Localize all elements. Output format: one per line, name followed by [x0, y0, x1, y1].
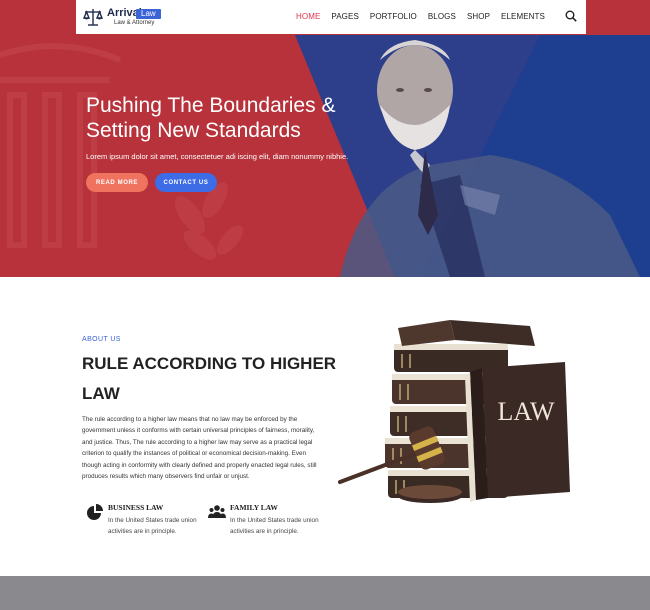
nav-item-portfolio[interactable]: PORTFOLIO	[370, 12, 417, 21]
logo[interactable]: Arrival Law Law & Attorney	[82, 6, 162, 30]
logo-badge: Law	[136, 9, 161, 19]
contact-us-button[interactable]: CONTACT US	[155, 173, 217, 192]
navbar: Arrival Law Law & Attorney HOME PAGES PO…	[76, 0, 586, 34]
about-label: ABOUT US	[82, 336, 121, 343]
feature-text: In the United States trade union activit…	[230, 517, 319, 535]
feature-title: BUSINESS LAW	[108, 503, 164, 512]
lawyer-portrait-image	[340, 40, 640, 277]
main-menu: HOME PAGES PORTFOLIO BLOGS SHOP ELEMENTS	[296, 12, 556, 21]
law-books-gavel-image: LAW	[338, 320, 570, 503]
hero-title-line-1: Pushing The Boundaries &	[86, 94, 336, 117]
feature-title: FAMILY LAW	[230, 503, 278, 512]
law-book: LAW	[465, 362, 570, 502]
pie-chart-icon	[87, 504, 103, 520]
about-paragraph: The rule according to a higher law means…	[82, 416, 317, 481]
hero-section: Pushing The Boundaries & Setting New Sta…	[0, 0, 650, 277]
nav-item-home[interactable]: HOME	[296, 12, 320, 21]
footer-strip	[0, 576, 650, 610]
hero-subtitle: Lorem ipsum dolor sit amet, consectetuer…	[86, 152, 349, 161]
family-icon	[208, 505, 226, 518]
feature-text: In the United States trade union activit…	[108, 517, 197, 535]
law-book-title: LAW	[497, 397, 555, 426]
nav-item-shop[interactable]: SHOP	[467, 12, 490, 21]
hero-title-line-2: Setting New Standards	[86, 119, 301, 142]
nav-item-pages[interactable]: PAGES	[331, 12, 358, 21]
logo-subtitle: Law & Attorney	[114, 20, 155, 26]
read-more-button[interactable]: READ MORE	[86, 173, 148, 192]
nav-item-blogs[interactable]: BLOGS	[428, 12, 456, 21]
scales-of-justice-icon	[82, 9, 104, 26]
about-title: RULE ACCORDING TO HIGHER LAW	[82, 354, 337, 403]
nav-item-elements[interactable]: ELEMENTS	[501, 12, 545, 21]
hero-title: Pushing The Boundaries & Setting New Sta…	[86, 93, 386, 143]
search-icon[interactable]	[565, 10, 577, 22]
